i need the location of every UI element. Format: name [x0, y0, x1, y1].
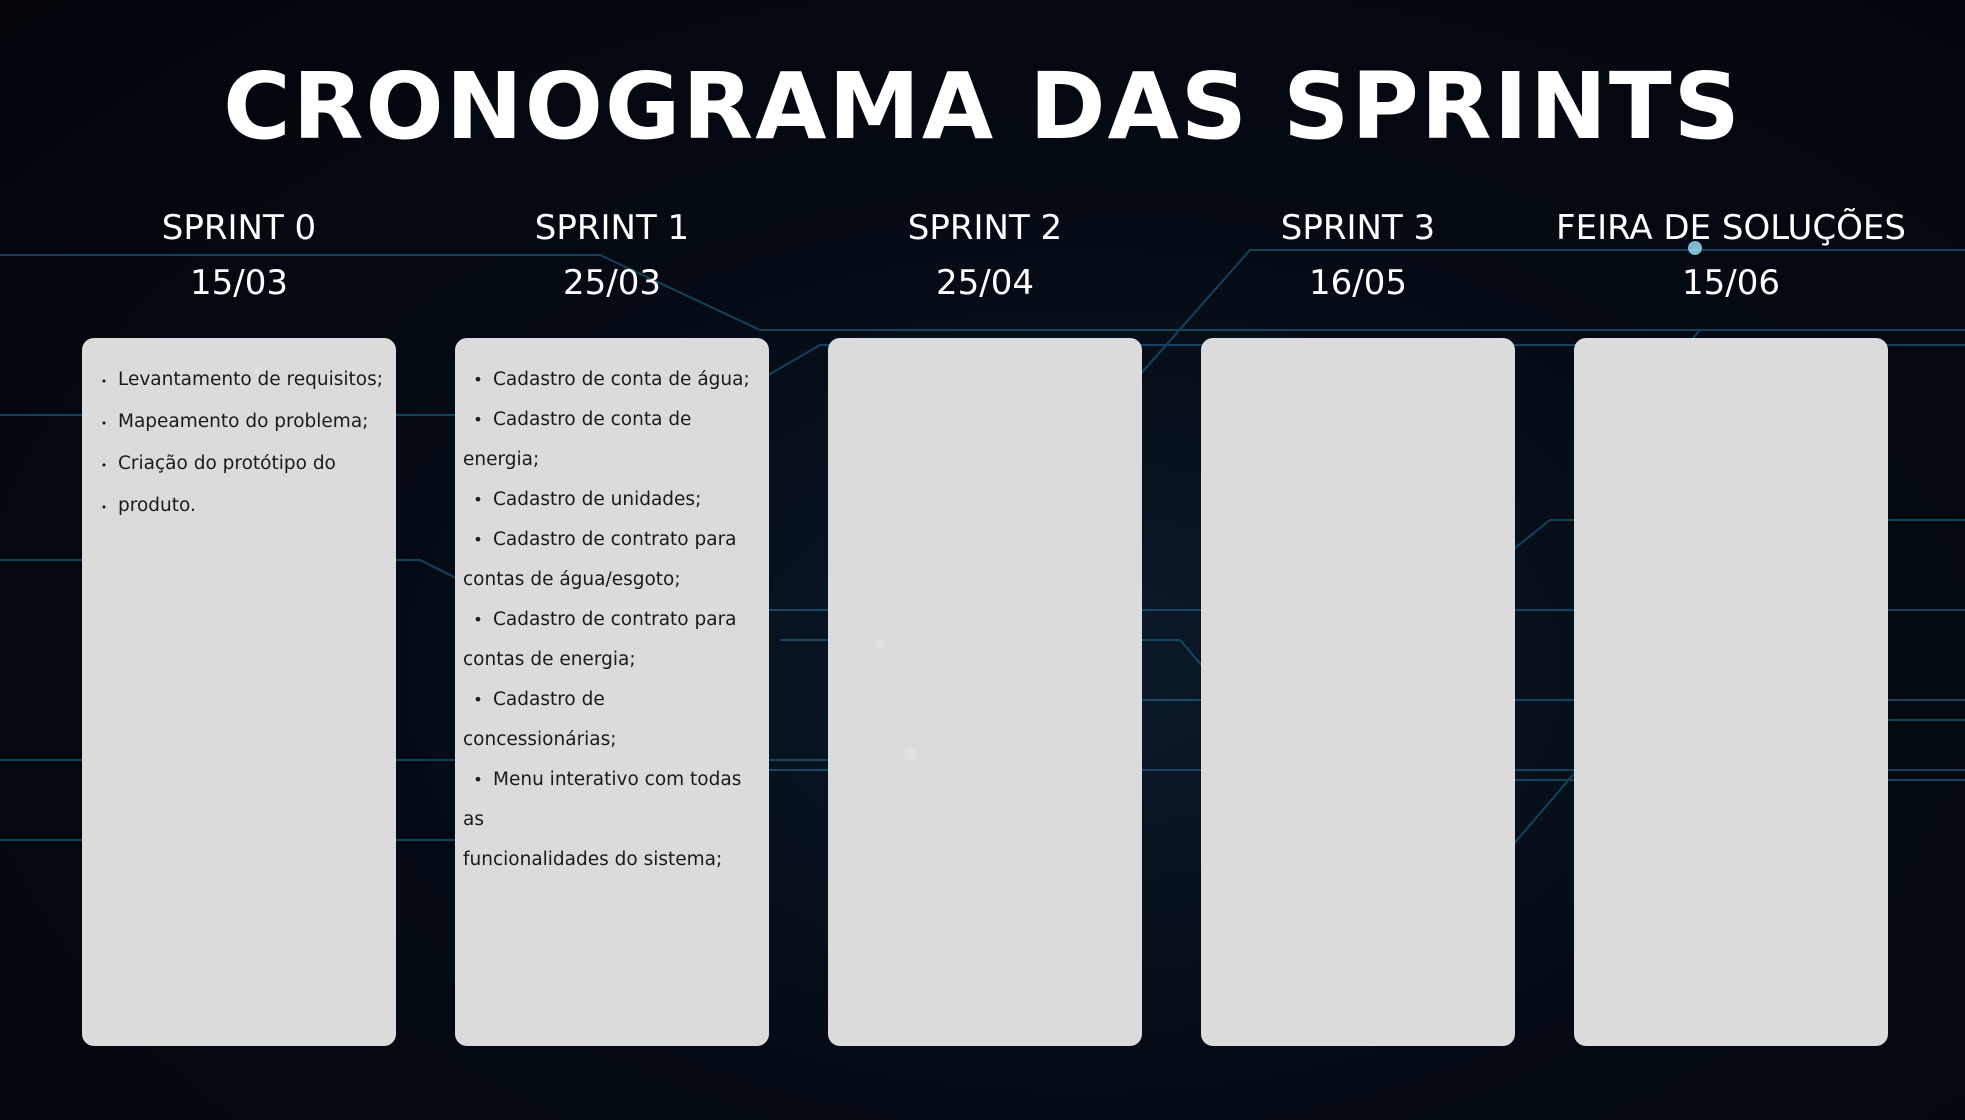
sprint-date: 16/05: [1309, 263, 1407, 303]
bullet-icon: •: [473, 770, 483, 789]
bullet-icon: •: [473, 610, 483, 629]
sprint-date: 25/03: [563, 263, 661, 303]
list-item-continuation: funcionalidades do sistema;: [463, 849, 723, 870]
list-item: • Cadastro de contrato para: [463, 600, 761, 640]
bullet-icon: •: [473, 370, 483, 389]
list-item: • Cadastro de conta de água;: [463, 360, 761, 400]
bullet-icon: •: [473, 690, 483, 709]
list-item: • Criação do protótipo do: [90, 444, 388, 486]
sprint-card: • Cadastro de conta de água; • Cadastro de…: [455, 338, 769, 1046]
sprint-date: 15/03: [190, 263, 288, 303]
list-item-continuation: contas de energia;: [463, 649, 636, 670]
bullet-icon: •: [473, 490, 483, 509]
sprint-card: [828, 338, 1142, 1046]
sprint-name: FEIRA DE SOLUÇÕES: [1556, 208, 1906, 248]
page-title: CRONOGRAMA DAS SPRINTS: [223, 53, 1742, 160]
list-item: • Menu interativo com todas as: [463, 760, 761, 840]
sprint-name: SPRINT 1: [534, 208, 690, 248]
list-item-continuation: contas de água/esgoto;: [463, 569, 681, 590]
bullet-icon: •: [100, 417, 108, 430]
sprint-date: 25/04: [936, 263, 1034, 303]
list-item: • Cadastro de unidades;: [463, 480, 761, 520]
sprint-name: SPRINT 3: [1280, 208, 1436, 248]
list-item: • produto.: [90, 486, 388, 528]
bullet-icon: •: [100, 459, 108, 472]
bullet-icon: •: [473, 530, 483, 549]
sprint-card: [1574, 338, 1888, 1046]
bullet-icon: •: [100, 501, 108, 514]
list-item: • Cadastro de concessionárias;: [463, 680, 761, 760]
sprint-card: [1201, 338, 1515, 1046]
bullet-icon: •: [100, 375, 108, 388]
task-list: • Levantamento de requisitos; • Mapeamento…: [90, 360, 388, 528]
bullet-icon: •: [473, 410, 483, 429]
list-item: • Cadastro de contrato para: [463, 520, 761, 560]
sprint-name: SPRINT 0: [161, 208, 317, 248]
list-item: • Mapeamento do problema;: [90, 402, 388, 444]
list-item: • Cadastro de conta de energia;: [463, 400, 761, 480]
sprint-name: SPRINT 2: [907, 208, 1063, 248]
sprint-date: 15/06: [1682, 263, 1780, 303]
sprint-card: • Levantamento de requisitos; • Mapeamento…: [82, 338, 396, 1046]
list-item: • Levantamento de requisitos;: [90, 360, 388, 402]
task-list: • Cadastro de conta de água; • Cadastro de…: [463, 360, 761, 880]
